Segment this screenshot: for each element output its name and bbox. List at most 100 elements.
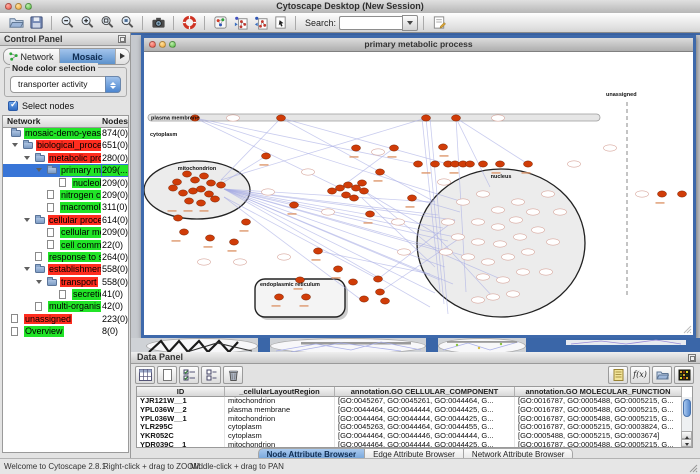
paste-network-view-icon[interactable] xyxy=(251,14,269,32)
graph-node[interactable] xyxy=(302,294,311,300)
table-cell[interactable]: YDR039C__1 xyxy=(137,441,225,448)
table-cell[interactable]: YJR121W__1 xyxy=(137,397,225,406)
table-row[interactable]: YKR052Ccytoplasm[GO:0044464, GO:0044446,… xyxy=(137,432,692,441)
table-row[interactable]: YDR039C__1mitochondrion[GO:0044464, GO:0… xyxy=(137,441,692,448)
graph-node[interactable] xyxy=(381,298,390,304)
table-cell[interactable]: [GO:0005488, GO:0005215, GO:0003674] xyxy=(515,432,682,441)
graph-node[interactable] xyxy=(262,153,271,159)
scroll-up-icon[interactable] xyxy=(681,431,692,439)
tree-row[interactable]: metabolic process280(0) xyxy=(3,152,128,164)
graph-node[interactable] xyxy=(174,215,183,221)
resize-grip-icon[interactable] xyxy=(682,324,692,334)
graph-node[interactable] xyxy=(197,186,206,192)
table-cell[interactable]: YPL036W__2 xyxy=(137,406,225,415)
graph-node[interactable] xyxy=(290,202,299,208)
vizmapper-icon[interactable] xyxy=(211,14,229,32)
open-session-button[interactable] xyxy=(7,14,25,32)
graph-node[interactable] xyxy=(350,195,359,201)
graph-node[interactable] xyxy=(360,188,369,194)
tree-row[interactable]: mosaic-demo-yeast874(0) xyxy=(3,127,128,139)
graph-node[interactable] xyxy=(173,179,182,185)
unselect-attributes-icon[interactable] xyxy=(201,366,221,384)
network-canvas[interactable]: plasma membranecytoplasmmitochondrionnuc… xyxy=(144,52,693,335)
table-row[interactable]: YJR121W__1mitochondrion[GO:0045267, GO:0… xyxy=(137,397,692,406)
mdi-desktop[interactable]: primary metabolic process plasma membran… xyxy=(131,33,700,352)
column-header[interactable]: ID xyxy=(137,387,225,397)
expander-icon[interactable] xyxy=(24,156,30,163)
graph-node[interactable] xyxy=(352,145,361,151)
snapshot-camera-icon[interactable] xyxy=(149,14,167,32)
graph-node[interactable] xyxy=(452,115,461,121)
table-cell[interactable]: [GO:0016787, GO:0005488, GO:0005215, G..… xyxy=(515,441,682,448)
graph-node[interactable] xyxy=(189,188,198,194)
table-cell[interactable]: cytoplasm xyxy=(225,423,335,432)
expander-icon[interactable] xyxy=(36,168,42,175)
table-cell[interactable]: mitochondrion xyxy=(225,441,335,448)
table-cell[interactable]: cytoplasm xyxy=(225,432,335,441)
table-cell[interactable]: [GO:0044464, GO:0044444, GO:0044425, G..… xyxy=(335,406,515,415)
table-cell[interactable]: [GO:0016787, GO:0005215, GO:0003824, G..… xyxy=(515,423,682,432)
table-cell[interactable]: mitochondrion xyxy=(225,397,335,406)
table-cell[interactable]: [GO:0045263, GO:0044464, GO:0044455, G..… xyxy=(335,423,515,432)
graph-node[interactable] xyxy=(374,276,383,282)
tree-row[interactable]: transport558(0) xyxy=(3,276,128,288)
tree-row[interactable]: Overview8(0) xyxy=(3,325,128,337)
graph-node[interactable] xyxy=(376,169,385,175)
tree-row[interactable]: cellular metabo209(0) xyxy=(3,226,128,238)
graph-node[interactable] xyxy=(334,266,343,272)
table-cell[interactable]: YKR052C xyxy=(137,432,225,441)
graph-node[interactable] xyxy=(211,196,220,202)
network-graph[interactable]: plasma membranecytoplasmmitochondrionnuc… xyxy=(144,52,693,335)
column-header[interactable]: annotation.GO CELLULAR_COMPONENT xyxy=(335,387,515,397)
tree-row[interactable]: unassigned223(0) xyxy=(3,313,128,325)
graph-node[interactable] xyxy=(314,248,323,254)
tree-row[interactable]: response to stimulu264(0) xyxy=(3,251,128,263)
copy-network-view-icon[interactable] xyxy=(231,14,249,32)
graph-node[interactable] xyxy=(349,279,358,285)
graph-node[interactable] xyxy=(658,191,667,197)
scrollbar-thumb[interactable] xyxy=(683,399,691,417)
float-panel-icon[interactable] xyxy=(118,35,126,43)
graph-node[interactable] xyxy=(466,161,475,167)
tab-mosaic[interactable]: Mosaic xyxy=(60,49,116,64)
delete-attribute-trash-icon[interactable] xyxy=(223,366,243,384)
import-attributes-folder-icon[interactable] xyxy=(652,366,672,384)
tree-row[interactable]: nitrogen compo209(0) xyxy=(3,189,128,201)
graph-node[interactable] xyxy=(197,200,206,206)
table-cell[interactable]: [GO:0044464, GO:0044444, GO:0044425, G..… xyxy=(335,441,515,448)
table-row[interactable]: YPL036W__2plasma membrane[GO:0044464, GO… xyxy=(137,406,692,415)
graph-node[interactable] xyxy=(200,173,209,179)
attribute-table-icon[interactable] xyxy=(135,366,155,384)
tree-row[interactable]: biological_process651(0) xyxy=(3,139,128,151)
tree-row[interactable]: establishment of lo558(0) xyxy=(3,263,128,275)
graph-edge[interactable] xyxy=(364,191,433,232)
column-header[interactable]: annotation.GO MOLECULAR_FUNCTION xyxy=(515,387,682,397)
plasma-membrane-region[interactable] xyxy=(148,114,600,121)
tree-row[interactable]: nucleobase-209(0) xyxy=(3,177,128,189)
tree-row[interactable]: multi-organism pro42(0) xyxy=(3,300,128,312)
expander-icon[interactable] xyxy=(12,143,18,150)
node-color-combo[interactable]: transporter activity xyxy=(10,76,121,93)
graph-edge[interactable] xyxy=(224,197,378,279)
table-cell[interactable]: YLR295C xyxy=(137,423,225,432)
graph-node[interactable] xyxy=(336,185,345,191)
graph-node[interactable] xyxy=(678,191,687,197)
graph-node[interactable] xyxy=(358,180,367,186)
tree-row[interactable]: secretion41(0) xyxy=(3,288,128,300)
annotation-icon[interactable] xyxy=(271,14,289,32)
graph-node[interactable] xyxy=(179,190,188,196)
table-cell[interactable]: [GO:0016787, GO:0005488, GO:0005215, G..… xyxy=(515,406,682,415)
zoom-out-icon[interactable] xyxy=(58,14,76,32)
edit-attributes-icon[interactable] xyxy=(430,14,448,32)
graph-node[interactable] xyxy=(207,180,216,186)
search-dropdown-button[interactable] xyxy=(402,15,418,31)
graph-node[interactable] xyxy=(439,144,448,150)
expander-icon[interactable] xyxy=(24,267,30,274)
graph-node[interactable] xyxy=(360,296,369,302)
graph-node[interactable] xyxy=(408,195,417,201)
graph-edge[interactable] xyxy=(224,189,435,293)
tree-row[interactable]: primary metabo209(... xyxy=(3,164,128,176)
float-panel-icon[interactable] xyxy=(688,354,696,362)
graph-node[interactable] xyxy=(344,182,353,188)
graph-node[interactable] xyxy=(451,161,460,167)
